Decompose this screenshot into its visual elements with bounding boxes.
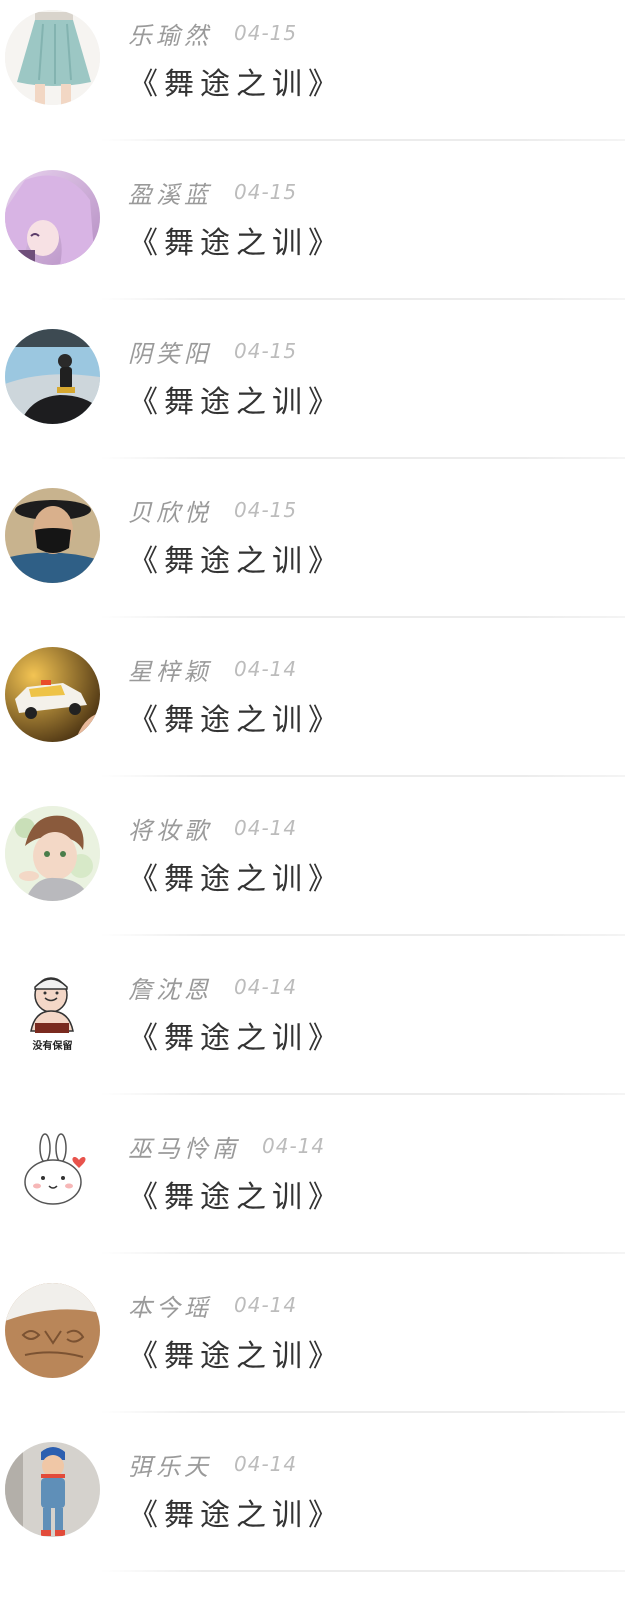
toddler-photo-avatar-icon [5,1442,100,1537]
post-title[interactable]: 《舞途之训》 [128,378,344,420]
divider [100,1570,625,1572]
avatar[interactable] [5,329,100,424]
sand-drawing-avatar-icon [5,1283,100,1378]
divider [100,457,625,459]
post-date: 04-15 [234,21,298,45]
post-date: 04-15 [234,498,298,522]
divider [100,298,625,300]
avatar[interactable] [5,1442,100,1537]
list-item[interactable]: 阴笑阳 04-15 《舞途之训》 [0,318,640,477]
post-meta: 本今瑶 04-14 [128,1287,297,1323]
avatar[interactable] [5,170,100,265]
user-name[interactable]: 詹沈恩 [128,970,212,1005]
post-date: 04-14 [234,816,298,840]
avatar[interactable] [5,10,100,105]
post-meta: 将妆歌 04-14 [128,810,297,846]
post-title[interactable]: 《舞途之训》 [128,1332,344,1374]
avatar[interactable] [5,806,100,901]
post-meta: 詹沈恩 04-14 [128,969,297,1005]
divider [100,1252,625,1254]
post-meta: 盈溪蓝 04-15 [128,174,297,210]
post-date: 04-14 [234,1293,298,1317]
user-name[interactable]: 贝欣悦 [128,493,212,528]
post-meta: 星梓颖 04-14 [128,651,297,687]
post-meta: 弭乐天 04-14 [128,1446,297,1482]
user-name[interactable]: 巫马怜南 [128,1129,240,1164]
post-date: 04-15 [234,180,298,204]
post-date: 04-14 [234,1452,298,1476]
skirt-photo-avatar-icon [5,10,100,105]
divider [100,1411,625,1413]
masked-boy-avatar-icon [5,488,100,583]
beach-sitting-avatar-icon [5,329,100,424]
user-name[interactable]: 星梓颖 [128,652,212,687]
list-item[interactable]: 乐瑜然 04-15 《舞途之训》 [0,0,640,159]
divider [100,775,625,777]
avatar[interactable] [5,1283,100,1378]
post-title[interactable]: 《舞途之训》 [128,60,344,102]
list-item[interactable]: 没有保留 詹沈恩 04-14 《舞途之训》 [0,954,640,1113]
post-title[interactable]: 《舞途之训》 [128,855,344,897]
divider [100,616,625,618]
list-item[interactable]: 星梓颖 04-14 《舞途之训》 [0,636,640,795]
post-date: 04-14 [262,1134,326,1158]
list-item[interactable]: 贝欣悦 04-15 《舞途之训》 [0,477,640,636]
user-name[interactable]: 弭乐天 [128,1447,212,1482]
post-title[interactable]: 《舞途之训》 [128,1014,344,1056]
toy-taxi-avatar-icon [5,647,100,742]
anime-girl-avatar-icon [5,170,100,265]
list-item[interactable]: 将妆歌 04-14 《舞途之训》 [0,795,640,954]
post-date: 04-14 [234,657,298,681]
avatar-caption: 没有保留 [32,1041,73,1052]
user-name[interactable]: 阴笑阳 [128,334,212,369]
post-title[interactable]: 《舞途之训》 [128,1173,344,1215]
list-item[interactable]: 本今瑶 04-14 《舞途之训》 [0,1272,640,1431]
user-name[interactable]: 乐瑜然 [128,16,212,51]
cartoon-rabbit-avatar-icon [5,1124,100,1219]
list-item[interactable]: 巫马怜南 04-14 《舞途之训》 [0,1113,640,1272]
anime-boy-avatar-icon [5,806,100,901]
avatar[interactable] [5,647,100,742]
divider [100,139,625,141]
avatar[interactable] [5,488,100,583]
divider [100,1093,625,1095]
user-name[interactable]: 将妆歌 [128,811,212,846]
post-meta: 巫马怜南 04-14 [128,1128,325,1164]
post-meta: 贝欣悦 04-15 [128,492,297,528]
post-title[interactable]: 《舞途之训》 [128,1491,344,1533]
list-item[interactable]: 弭乐天 04-14 《舞途之训》 [0,1431,640,1590]
post-title[interactable]: 《舞途之训》 [128,696,344,738]
avatar[interactable] [5,1124,100,1219]
user-name[interactable]: 本今瑶 [128,1288,212,1323]
divider [100,934,625,936]
list-item[interactable]: 盈溪蓝 04-15 《舞途之训》 [0,159,640,318]
post-list: 乐瑜然 04-15 《舞途之训》 盈溪蓝 04-15 《舞途之训》 阴笑阳 04… [0,0,640,1590]
post-date: 04-15 [234,339,298,363]
post-meta: 乐瑜然 04-15 [128,15,297,51]
post-title[interactable]: 《舞途之训》 [128,219,344,261]
user-name[interactable]: 盈溪蓝 [128,175,212,210]
post-date: 04-14 [234,975,298,999]
avatar[interactable]: 没有保留 [5,965,100,1060]
post-meta: 阴笑阳 04-15 [128,333,297,369]
post-title[interactable]: 《舞途之训》 [128,537,344,579]
